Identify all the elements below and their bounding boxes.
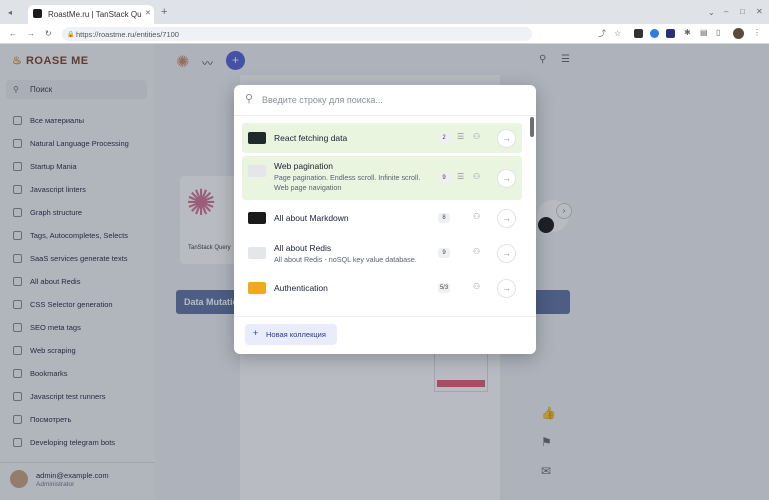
users-icon[interactable]: ⚇ [473, 132, 480, 141]
forward-icon[interactable]: → [27, 29, 35, 39]
modal-divider [234, 115, 536, 116]
plus-icon: + [253, 328, 259, 338]
open-arrow-button[interactable]: → [497, 128, 516, 148]
new-collection-label: Новая коллекция [266, 330, 326, 339]
browser-menu-icon[interactable]: ⋮ [753, 28, 761, 38]
bookmark-star-icon[interactable]: ☆ [614, 29, 621, 39]
result-description: Page pagination. Endless scroll. Infinit… [274, 173, 421, 192]
modal-footer-divider [234, 316, 536, 317]
users-icon[interactable]: ⚇ [473, 212, 480, 221]
extension-blue-icon[interactable] [650, 29, 659, 38]
image-thumbnail-icon [248, 247, 266, 259]
tab-dropdown-icon[interactable]: ⌄ [708, 8, 715, 18]
result-title: All about Redis [274, 243, 332, 253]
profile-avatar[interactable] [733, 28, 744, 39]
count-badge: 9 [438, 173, 450, 183]
tab-title: RoastMe.ru | TanStack Qu [48, 10, 142, 19]
sidepanel-icon[interactable]: ▯ [716, 28, 720, 38]
back-icon[interactable]: ← [9, 29, 17, 39]
modal-search-icon: ⚲ [245, 93, 254, 105]
users-icon[interactable]: ⚇ [473, 247, 480, 256]
open-arrow-button[interactable]: → [497, 278, 516, 298]
result-description: All about Redis - noSQL key value databa… [274, 255, 417, 264]
reload-icon[interactable]: ↻ [45, 29, 52, 39]
open-arrow-button[interactable]: → [497, 208, 516, 228]
list-icon[interactable]: ☰ [457, 172, 464, 181]
result-title: All about Markdown [274, 213, 349, 223]
maximize-icon[interactable]: □ [740, 7, 745, 17]
extension-dark-icon[interactable] [666, 29, 675, 38]
share-icon[interactable]: ⤴ [598, 29, 606, 39]
result-title: Authentication [274, 283, 328, 293]
result-title: Web pagination [274, 161, 333, 171]
modal-search-input[interactable]: Введите строку для поиска... [262, 95, 522, 105]
modal-scrollbar[interactable] [530, 117, 534, 137]
puzzle-icon[interactable]: ✱ [684, 28, 691, 38]
tab-menu-icon[interactable]: ◂ [8, 8, 12, 18]
react-thumbnail-icon [248, 132, 266, 144]
list-icon[interactable]: ☰ [457, 132, 464, 141]
image-thumbnail-icon [248, 165, 266, 177]
lock-icon: 🔒 [67, 32, 75, 38]
users-icon[interactable]: ⚇ [473, 282, 480, 291]
url-field[interactable]: https://roastme.ru/entities/7100 [62, 27, 532, 41]
result-title: React fetching data [274, 133, 348, 143]
new-collection-button[interactable]: Новая коллекция [245, 324, 337, 345]
count-badge: 9 [438, 248, 450, 258]
markdown-thumbnail-icon [248, 212, 266, 224]
window-close-icon[interactable]: ✕ [756, 7, 763, 17]
tab-close-icon[interactable]: ✕ [145, 9, 151, 19]
minimize-icon[interactable]: – [724, 7, 728, 17]
open-arrow-button[interactable]: → [497, 168, 516, 188]
count-badge: 5/3 [438, 283, 450, 293]
count-badge: 2 [438, 133, 450, 143]
extension-icon[interactable] [634, 29, 643, 38]
users-icon[interactable]: ⚇ [473, 172, 480, 181]
url-text: https://roastme.ru/entities/7100 [76, 30, 179, 39]
favicon-icon [33, 9, 42, 18]
new-tab-icon[interactable]: + [161, 7, 167, 18]
auth-thumbnail-icon [248, 282, 266, 294]
reading-list-icon[interactable]: ▤ [700, 28, 708, 38]
count-badge: 8 [438, 213, 450, 223]
open-arrow-button[interactable]: → [497, 243, 516, 263]
browser-tab[interactable]: RoastMe.ru | TanStack Qu [28, 5, 154, 24]
modal-search-placeholder: Введите строку для поиска... [262, 95, 383, 105]
